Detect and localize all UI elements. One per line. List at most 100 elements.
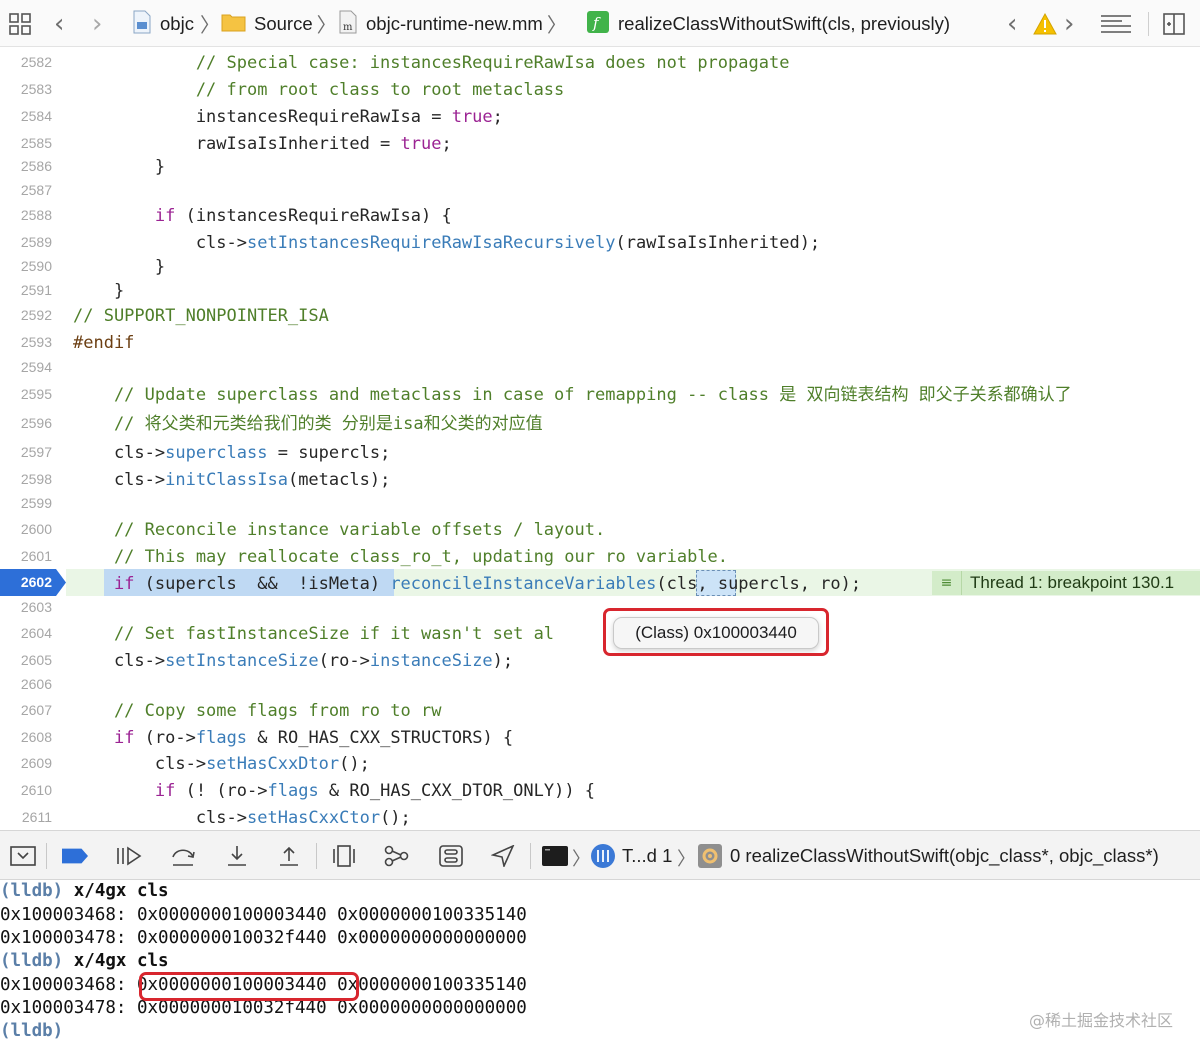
previous-issue-button[interactable]: ‹ — [1007, 0, 1017, 47]
svg-text:m: m — [343, 22, 353, 33]
code-line: 2606 — [0, 672, 1200, 698]
code-line: 2610 if (! (ro->flags & RO_HAS_CXX_DTOR_… — [0, 778, 1200, 804]
lldb-prompt: (lldb) — [0, 1021, 64, 1041]
step-over-icon[interactable] — [170, 843, 196, 869]
line-number: 2596 — [20, 415, 52, 431]
debug-bar: 〉 T...d 1 〉 0 realizeClassWithoutSwift(o… — [0, 830, 1200, 880]
code-line: 2594 — [0, 355, 1200, 381]
code-line: 2587 — [0, 178, 1200, 204]
line-number: 2593 — [20, 334, 52, 350]
document-items-icon[interactable] — [1100, 0, 1132, 47]
code-line: 2593 #endif — [0, 330, 1200, 356]
console-command: x/4gx cls — [63, 951, 169, 971]
line-number: 2595 — [20, 386, 52, 402]
line-number: 2587 — [20, 182, 52, 198]
code-line: 2607 // Copy some flags from ro to rw — [0, 698, 1200, 724]
line-code: #endif — [73, 333, 135, 353]
line-number: 2598 — [20, 471, 52, 487]
line-code: } — [73, 281, 125, 301]
continue-icon[interactable] — [116, 843, 142, 869]
code-line: 2611 cls->setHasCxxCtor(); — [0, 805, 1200, 830]
crumb-label: Source — [254, 12, 313, 34]
code-line: 2599 — [0, 491, 1200, 517]
line-number: 2608 — [20, 729, 52, 745]
crumb-folder[interactable]: Source 〉 — [221, 0, 337, 47]
function-icon: f — [587, 10, 609, 37]
annotation-highlight-box — [603, 608, 829, 656]
thread-label[interactable]: T...d 1 — [622, 845, 672, 867]
lldb-console[interactable]: (lldb) x/4gx cls 0x100003468: 0x00000001… — [0, 880, 1200, 1054]
annotation-highlight-box — [139, 972, 359, 1001]
line-number: 2609 — [20, 755, 52, 771]
stack-frame-label[interactable]: 0 realizeClassWithoutSwift(objc_class*, … — [730, 845, 1159, 867]
line-code: // Set fastInstanceSize if it wasn't set… — [73, 624, 555, 644]
project-icon — [132, 10, 152, 38]
line-code: // Reconcile instance variable offsets /… — [73, 520, 606, 540]
crumb-project[interactable]: objc 〉 — [132, 0, 220, 47]
line-code: instancesRequireRawIsa = true; — [73, 107, 503, 127]
warning-icon[interactable] — [1033, 0, 1057, 47]
thread-icon[interactable] — [590, 843, 616, 869]
line-number: 2594 — [20, 359, 52, 375]
divider — [316, 843, 317, 869]
code-line: 2605 cls->setInstanceSize(ro->instanceSi… — [0, 648, 1200, 674]
add-editor-icon[interactable] — [1162, 0, 1186, 47]
line-number: 2591 — [20, 282, 52, 298]
code-line: 2598 cls->initClassIsa(metacls); — [0, 467, 1200, 493]
line-code: } — [73, 157, 166, 177]
view-hierarchy-icon[interactable] — [331, 843, 357, 869]
line-number: 2611 — [21, 809, 52, 825]
back-button[interactable]: ‹ — [54, 0, 64, 47]
environment-overrides-icon[interactable] — [438, 843, 464, 869]
jump-bar: ‹ › objc 〉 Source 〉 m objc-runtime-new.m… — [0, 0, 1200, 47]
chevron-right-icon: 〉 — [546, 13, 567, 37]
divider — [1148, 12, 1149, 36]
source-editor[interactable]: 2602 2582 // Special case: instancesRequ… — [0, 47, 1200, 830]
code-line: 2609 cls->setHasCxxDtor(); — [0, 751, 1200, 777]
line-number: 2588 — [20, 207, 52, 223]
chevron-right-icon: 〉 — [572, 848, 591, 869]
code-line: 2592 // SUPPORT_NONPOINTER_ISA — [0, 303, 1200, 329]
step-into-icon[interactable] — [224, 843, 250, 869]
breakpoints-toggle-icon[interactable] — [62, 843, 88, 869]
line-code: cls->initClassIsa(metacls); — [73, 470, 391, 490]
crumb-label: realizeClassWithoutSwift(cls, previously… — [618, 12, 951, 34]
process-terminal-icon[interactable] — [542, 843, 568, 869]
console-line: 0x100003478: 0x000000010032f440 0x000000… — [0, 928, 527, 948]
memory-graph-icon[interactable] — [384, 843, 410, 869]
hamburger-icon: ≡ — [932, 571, 962, 595]
step-out-icon[interactable] — [276, 843, 302, 869]
console-line: (lldb) x/4gx cls — [0, 950, 169, 973]
code-line: 2603 — [0, 595, 1200, 621]
code-line: 2582 // Special case: instancesRequireRa… — [0, 50, 1200, 76]
line-number: 2604 — [20, 625, 52, 641]
code-line: 2604 // Set fastInstanceSize if it wasn'… — [0, 621, 1200, 647]
related-items-icon[interactable] — [8, 0, 32, 47]
crumb-function[interactable]: f realizeClassWithoutSwift(cls, previous… — [587, 0, 950, 47]
line-code: if (instancesRequireRawIsa) { — [154, 206, 452, 226]
code-line: 2596 // 将父类和元类给我们的类 分别是isa和父类的对应值 — [0, 411, 1200, 437]
chevron-left-icon: ‹ — [1007, 8, 1018, 39]
chevron-right-icon: 〉 — [677, 848, 696, 869]
hide-debug-area-icon[interactable] — [10, 843, 36, 869]
code-line: 2583 // from root class to root metaclas… — [0, 77, 1200, 103]
line-code: // from root class to root metaclass — [73, 80, 565, 100]
divider — [46, 843, 47, 869]
frame-gear-icon[interactable] — [697, 843, 723, 869]
line-code: cls->setHasCxxDtor(); — [73, 754, 370, 774]
crumb-file[interactable]: m objc-runtime-new.mm 〉 — [338, 0, 567, 47]
code-line: 2595 // Update superclass and metaclass … — [0, 382, 1200, 408]
code-line: 2600 // Reconcile instance variable offs… — [0, 517, 1200, 543]
next-issue-button[interactable]: › — [1064, 0, 1074, 47]
simulate-location-icon[interactable] — [490, 843, 516, 869]
line-code: // Special case: instancesRequireRawIsa … — [73, 53, 790, 73]
mm-file-icon: m — [338, 10, 358, 38]
chevron-right-icon: › — [1064, 8, 1075, 39]
line-number: 2597 — [20, 444, 52, 460]
divider — [530, 843, 531, 869]
line-number: 2584 — [20, 108, 52, 124]
forward-button[interactable]: › — [92, 0, 102, 47]
thread-status-badge[interactable]: ≡ Thread 1: breakpoint 130.1 — [932, 571, 1200, 595]
line-number: 2586 — [20, 158, 52, 174]
thread-status-text: Thread 1: breakpoint 130.1 — [970, 573, 1175, 592]
